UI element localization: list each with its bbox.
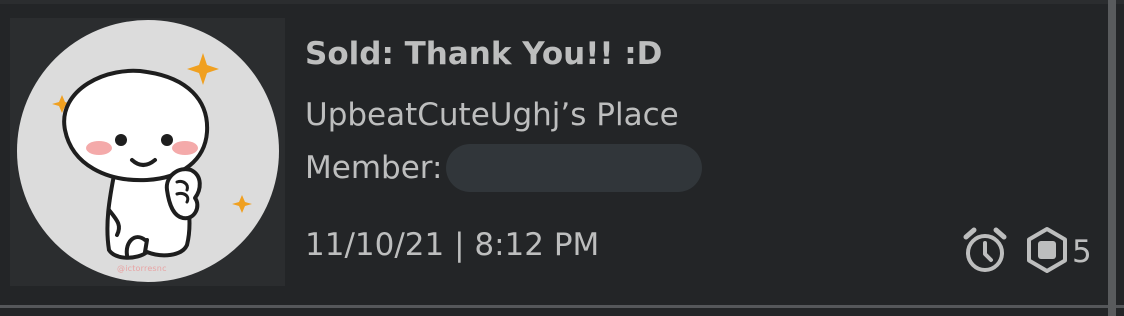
place-link[interactable]: UpbeatCuteUghj’s Place	[305, 97, 679, 133]
item-thumbnail[interactable]: @ictorresnc	[10, 18, 285, 286]
robux-icon	[1024, 225, 1070, 279]
transaction-card: @ictorresnc Sold: Thank You!! :D UpbeatC…	[0, 0, 1124, 316]
mascot-illustration	[52, 53, 252, 260]
member-row: Member:	[305, 144, 703, 192]
alarm-clock-icon	[960, 225, 1010, 279]
scrollbar[interactable]	[1108, 0, 1116, 316]
top-divider	[0, 0, 1124, 4]
member-label: Member:	[305, 150, 443, 186]
thumbnail-image: @ictorresnc	[17, 20, 279, 282]
item-title: Sold: Thank You!! :D	[305, 36, 663, 72]
transaction-meta: 5	[960, 225, 1092, 279]
robux-amount: 5	[1072, 234, 1092, 270]
thumbnail-watermark: @ictorresnc	[117, 264, 167, 273]
member-name-redacted[interactable]	[446, 144, 703, 192]
bottom-divider	[0, 305, 1124, 308]
transaction-date: 11/10/21 | 8:12 PM	[305, 227, 600, 263]
